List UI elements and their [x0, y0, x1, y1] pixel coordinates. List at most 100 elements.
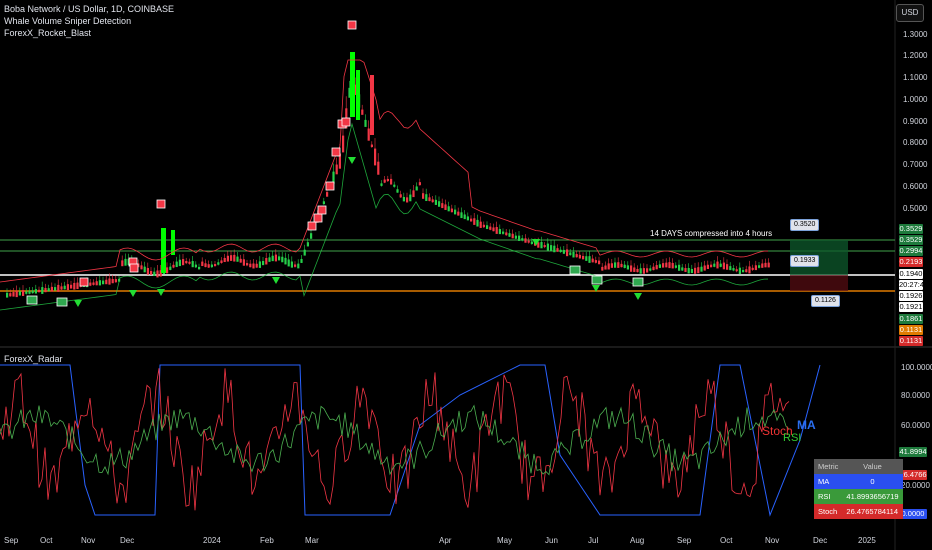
- candle-body: [102, 280, 105, 285]
- candle-body: [742, 269, 745, 273]
- ma-label: MA: [797, 418, 816, 432]
- candle-body: [441, 203, 444, 209]
- candle-body: [553, 245, 556, 253]
- candle-body: [25, 291, 28, 294]
- candle-body: [482, 224, 485, 228]
- candle-body: [310, 233, 313, 239]
- candle-body: [764, 262, 767, 268]
- legend-row-value: 0: [870, 477, 875, 486]
- candle-body: [114, 279, 117, 283]
- candle-body: [476, 219, 479, 227]
- candle-body: [559, 249, 562, 253]
- candle-body: [732, 268, 735, 271]
- candle-body: [255, 263, 258, 268]
- candle-body: [415, 186, 418, 191]
- time-tick: Jun: [545, 536, 558, 545]
- candle-body: [630, 265, 633, 272]
- callout-low[interactable]: 0.1126: [811, 295, 840, 307]
- time-tick: Jul: [588, 536, 599, 545]
- candle-body: [386, 178, 389, 182]
- price-badge: 0.2193: [899, 257, 923, 267]
- candle-body: [242, 259, 245, 266]
- candle-body: [140, 265, 143, 270]
- candle-body: [454, 209, 457, 215]
- candle-body: [124, 258, 127, 266]
- candle-body: [306, 242, 309, 247]
- price-tick: 0.7000: [903, 160, 928, 169]
- price-badge: 0.3529: [899, 235, 923, 245]
- compression-annotation: 14 DAYS compressed into 4 hours: [650, 229, 773, 238]
- time-tick: Nov: [81, 536, 96, 545]
- radar-rsi-badge: 41.8994: [899, 447, 927, 457]
- candle-body: [566, 249, 569, 257]
- candle-body: [47, 288, 50, 292]
- candle-body: [76, 282, 79, 290]
- time-tick: Aug: [630, 536, 645, 545]
- candle-body: [610, 263, 613, 268]
- candle-body: [12, 292, 15, 297]
- candle-body: [498, 229, 501, 235]
- candle-body: [121, 260, 124, 267]
- price-chart-canvas[interactable]: [0, 0, 932, 550]
- candle-body: [249, 263, 252, 268]
- candle-body: [268, 257, 271, 262]
- candle-body: [444, 204, 447, 210]
- candle-body: [543, 245, 546, 248]
- candle-body: [278, 256, 281, 261]
- candle-body: [678, 264, 681, 271]
- candle-body: [146, 268, 149, 275]
- candle-body: [300, 258, 303, 263]
- candle-body: [578, 254, 581, 259]
- candle-body: [399, 194, 402, 198]
- candle-body: [649, 268, 652, 271]
- candle-body: [15, 290, 18, 298]
- candle-body: [284, 257, 287, 265]
- candle-body: [252, 263, 255, 269]
- candle-body: [44, 287, 47, 293]
- candle-body: [22, 290, 25, 297]
- candle-body: [63, 285, 66, 290]
- candle-body: [198, 266, 201, 270]
- candle-body: [431, 199, 434, 203]
- candle-body: [223, 257, 226, 263]
- candle-body: [434, 199, 437, 205]
- candle-body: [751, 267, 754, 270]
- candle-body: [607, 263, 610, 270]
- callout-top[interactable]: 0.3520: [790, 219, 820, 231]
- stoch-line: [0, 368, 790, 511]
- candle-body: [505, 232, 508, 236]
- candle-body: [73, 282, 76, 290]
- candle-body: [175, 261, 178, 268]
- price-tick: 1.1000: [903, 73, 928, 82]
- candle-body: [690, 268, 693, 274]
- candle-body: [230, 255, 233, 261]
- legend-header-metric: Metric: [818, 462, 839, 471]
- candle-body: [703, 265, 706, 271]
- candle-body: [274, 254, 277, 262]
- candle-body: [406, 197, 409, 203]
- candle-body: [585, 256, 588, 261]
- candle-body: [380, 183, 383, 186]
- radar-pane-title[interactable]: ForexX_Radar: [4, 354, 63, 364]
- candle-body: [326, 192, 329, 197]
- price-badge: 0.3529: [899, 224, 923, 234]
- candle-body: [393, 184, 396, 187]
- candle-body: [239, 258, 242, 263]
- candle-body: [591, 258, 594, 263]
- candle-body: [706, 264, 709, 269]
- candle-body: [262, 261, 265, 266]
- candle-body: [422, 193, 425, 199]
- candle-body: [271, 255, 274, 262]
- candle-body: [614, 262, 617, 268]
- candle-body: [748, 266, 751, 274]
- legend-row-name: MA: [818, 477, 830, 486]
- time-tick: Oct: [720, 536, 733, 545]
- candle-body: [34, 289, 37, 294]
- callout-mid[interactable]: 0.1933: [790, 255, 820, 267]
- radar-legend-table: Metric Value MA 0 RSI 41.8993656719 Stoc…: [814, 459, 903, 519]
- legend-header-value: Value: [863, 462, 882, 471]
- candle-body: [297, 263, 300, 269]
- candle-body: [473, 218, 476, 225]
- candle-body: [342, 135, 345, 153]
- candle-body: [226, 255, 229, 262]
